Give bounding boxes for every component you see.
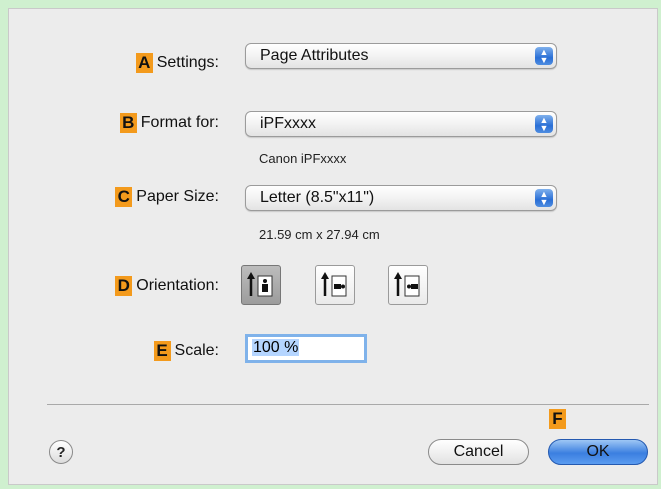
paper-size-label: Paper Size: — [136, 188, 219, 205]
paper-label-row: C Paper Size: — [115, 187, 219, 207]
ok-button[interactable]: OK — [548, 439, 648, 465]
popup-arrows-icon: ▲ ▼ — [535, 189, 553, 207]
badge-f: F — [549, 409, 566, 429]
orientation-label: Orientation: — [136, 277, 219, 294]
settings-label: Settings: — [156, 54, 219, 71]
orientation-label-row: D Orientation: — [115, 276, 219, 296]
scale-label-row: E Scale: — [153, 341, 219, 361]
badge-e: E — [153, 341, 171, 361]
scale-value: 100 % — [252, 339, 300, 356]
paper-dimensions: 21.59 cm x 27.94 cm — [259, 227, 380, 242]
scale-input[interactable]: 100 % — [245, 334, 367, 363]
format-label-row: B Format for: — [119, 113, 219, 133]
format-label: Format for: — [140, 114, 219, 131]
help-button[interactable]: ? — [49, 440, 73, 464]
orientation-landscape-right-button[interactable] — [388, 265, 428, 305]
paper-size-popup[interactable]: Letter (8.5"x11") ▲ ▼ — [245, 185, 557, 211]
badge-b: B — [119, 113, 137, 133]
scale-label: Scale: — [174, 342, 219, 359]
landscape-left-icon — [321, 272, 347, 297]
cancel-button[interactable]: Cancel — [428, 439, 529, 465]
divider — [47, 404, 649, 405]
orientation-landscape-left-button[interactable] — [315, 265, 355, 305]
orientation-portrait-button[interactable] — [241, 265, 281, 305]
paper-size-value: Letter (8.5"x11") — [260, 189, 375, 206]
popup-arrows-icon: ▲ ▼ — [535, 47, 553, 65]
settings-label-row: A Settings: — [135, 53, 219, 73]
format-description: Canon iPFxxxx — [259, 151, 347, 166]
badge-d: D — [115, 276, 133, 296]
badge-c: C — [115, 187, 133, 207]
badge-a: A — [135, 53, 153, 73]
format-value: iPFxxxx — [260, 115, 316, 132]
landscape-right-icon — [394, 272, 420, 297]
popup-arrows-icon: ▲ ▼ — [535, 115, 553, 133]
settings-popup[interactable]: Page Attributes ▲ ▼ — [245, 43, 557, 69]
settings-value: Page Attributes — [260, 47, 369, 64]
page-setup-dialog: A Settings: Page Attributes ▲ ▼ B Format … — [8, 8, 658, 485]
format-popup[interactable]: iPFxxxx ▲ ▼ — [245, 111, 557, 137]
portrait-icon — [247, 272, 273, 297]
